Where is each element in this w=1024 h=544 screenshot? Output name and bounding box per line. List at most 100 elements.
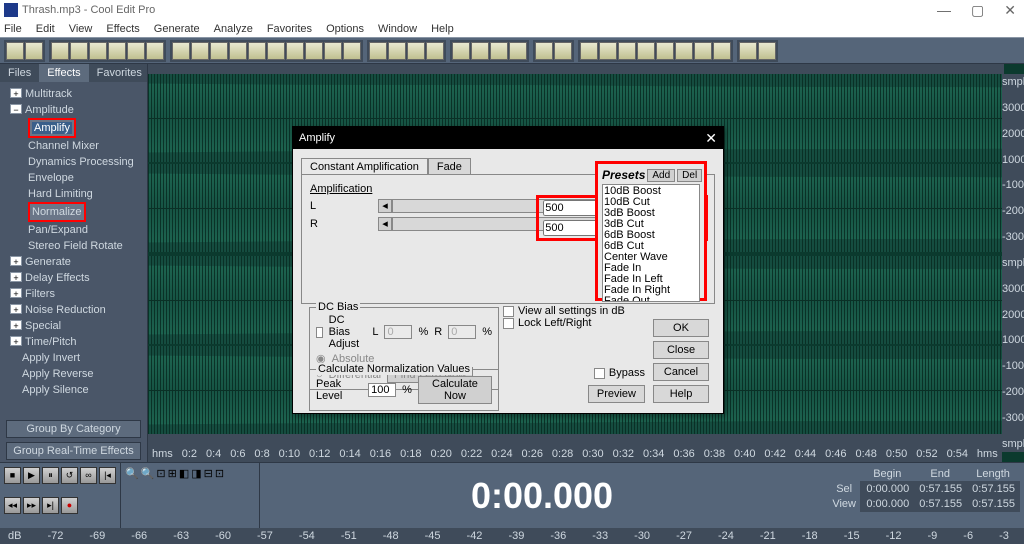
tree-item[interactable]: Apply Reverse <box>22 368 94 380</box>
toolbar-button[interactable] <box>229 42 247 60</box>
toolbar-button[interactable] <box>656 42 674 60</box>
bypass-checkbox[interactable] <box>594 368 605 379</box>
menu-file[interactable]: File <box>4 23 22 35</box>
dcbias-checkbox[interactable] <box>316 327 323 338</box>
view-db-checkbox[interactable] <box>503 306 514 317</box>
toolbar-button[interactable] <box>108 42 126 60</box>
help-button[interactable]: Help <box>653 385 709 403</box>
zoom-in-button[interactable]: 🔍 <box>125 467 139 524</box>
toolbar-button[interactable] <box>580 42 598 60</box>
play-loop-button[interactable]: ↺ <box>61 467 78 484</box>
expand-icon[interactable]: + <box>10 336 22 346</box>
toolbar-button[interactable] <box>127 42 145 60</box>
pause-button[interactable]: ⏸ <box>42 467 59 484</box>
menu-generate[interactable]: Generate <box>154 23 200 35</box>
rewind-button[interactable]: ◂◂ <box>4 497 21 514</box>
zoom-button[interactable]: ⊟ <box>204 467 213 524</box>
forward-button[interactable]: ▸▸ <box>23 497 40 514</box>
lock-lr-checkbox[interactable] <box>503 318 514 329</box>
expand-icon[interactable]: − <box>10 104 22 114</box>
tab-favorites[interactable]: Favorites <box>89 64 150 82</box>
toolbar-button[interactable] <box>426 42 444 60</box>
stop-button[interactable]: ■ <box>4 467 21 484</box>
dcbias-l-input[interactable] <box>384 325 412 339</box>
toolbar-button[interactable] <box>713 42 731 60</box>
toolbar-button[interactable] <box>146 42 164 60</box>
zoom-full-button[interactable]: ⊡ <box>156 467 165 524</box>
cancel-button[interactable]: Cancel <box>653 363 709 381</box>
tab-files[interactable]: Files <box>0 64 39 82</box>
tree-item[interactable]: Apply Invert <box>22 352 80 364</box>
toolbar-button[interactable] <box>535 42 553 60</box>
tree-item[interactable]: Envelope <box>28 172 74 184</box>
timeline-ruler-bottom[interactable]: hms0:20:40:60:80:100:120:140:160:180:200… <box>148 434 1002 462</box>
zoom-button[interactable]: ⊡ <box>215 467 224 524</box>
preset-item[interactable]: Fade Out <box>604 296 698 302</box>
menu-edit[interactable]: Edit <box>36 23 55 35</box>
tab-constant[interactable]: Constant Amplification <box>301 158 428 175</box>
tree-item-amplify[interactable]: Amplify <box>28 118 76 138</box>
toolbar-button[interactable] <box>210 42 228 60</box>
minimize-button[interactable]: — <box>933 2 955 19</box>
timeline-ruler-top[interactable] <box>148 64 1004 74</box>
toolbar-button[interactable] <box>343 42 361 60</box>
tab-effects[interactable]: Effects <box>39 64 88 82</box>
expand-icon[interactable]: + <box>10 288 22 298</box>
group-realtime-button[interactable]: Group Real-Time Effects <box>6 442 141 460</box>
play-button[interactable]: ▶ <box>23 467 40 484</box>
tree-item[interactable]: Pan/Expand <box>28 224 88 236</box>
preset-add-button[interactable]: Add <box>647 169 675 182</box>
zoom-in-left-button[interactable]: ◧ <box>179 467 189 524</box>
go-start-button[interactable]: |◂ <box>99 467 116 484</box>
slider-left-dec[interactable]: ◂ <box>378 199 392 213</box>
tree-item[interactable]: Dynamics Processing <box>28 156 134 168</box>
tree-item-normalize[interactable]: Normalize <box>28 202 86 222</box>
preview-button[interactable]: Preview <box>588 385 645 403</box>
toolbar-button[interactable] <box>618 42 636 60</box>
expand-icon[interactable]: + <box>10 304 22 314</box>
toolbar-button[interactable] <box>70 42 88 60</box>
toolbar-button[interactable] <box>25 42 43 60</box>
tree-item[interactable]: Filters <box>25 288 55 300</box>
expand-icon[interactable]: + <box>10 320 22 330</box>
menu-help[interactable]: Help <box>431 23 454 35</box>
presets-list[interactable]: 10dB Boost 10dB Cut 3dB Boost 3dB Cut 6d… <box>602 184 700 302</box>
toolbar-button[interactable] <box>51 42 69 60</box>
close-button[interactable]: ✕ <box>1000 2 1020 19</box>
toolbar-button[interactable] <box>452 42 470 60</box>
expand-icon[interactable]: + <box>10 256 22 266</box>
toolbar-button[interactable] <box>248 42 266 60</box>
toolbar-button[interactable] <box>6 42 24 60</box>
tree-item[interactable]: Time/Pitch <box>25 336 77 348</box>
tree-item[interactable]: Apply Silence <box>22 384 89 396</box>
toolbar-button[interactable] <box>554 42 572 60</box>
tree-item[interactable]: Generate <box>25 256 71 268</box>
toolbar-button[interactable] <box>675 42 693 60</box>
zoom-in-right-button[interactable]: ◨ <box>191 467 201 524</box>
toolbar-button[interactable] <box>388 42 406 60</box>
toolbar-button[interactable] <box>509 42 527 60</box>
toolbar-button[interactable] <box>407 42 425 60</box>
toolbar-button[interactable] <box>286 42 304 60</box>
toolbar-button[interactable] <box>490 42 508 60</box>
toolbar-button[interactable] <box>191 42 209 60</box>
zoom-sel-button[interactable]: ⊞ <box>168 467 177 524</box>
dcbias-r-input[interactable] <box>448 325 476 339</box>
menu-window[interactable]: Window <box>378 23 417 35</box>
calculate-now-button[interactable]: Calculate Now <box>418 376 492 404</box>
menu-effects[interactable]: Effects <box>106 23 139 35</box>
toolbar-button[interactable] <box>637 42 655 60</box>
menu-view[interactable]: View <box>69 23 93 35</box>
maximize-button[interactable]: ▢ <box>967 2 988 19</box>
slider-right-dec[interactable]: ◂ <box>378 217 392 231</box>
toolbar-button[interactable] <box>694 42 712 60</box>
preset-del-button[interactable]: Del <box>677 169 702 182</box>
menu-analyze[interactable]: Analyze <box>214 23 253 35</box>
go-end-button[interactable]: ▸| <box>42 497 59 514</box>
tree-item[interactable]: Special <box>25 320 61 332</box>
zoom-out-button[interactable]: 🔍 <box>141 467 155 524</box>
tree-item[interactable]: Multitrack <box>25 88 72 100</box>
toolbar-button[interactable] <box>369 42 387 60</box>
expand-icon[interactable]: + <box>10 272 22 282</box>
dialog-titlebar[interactable]: Amplify ✕ <box>293 127 723 149</box>
